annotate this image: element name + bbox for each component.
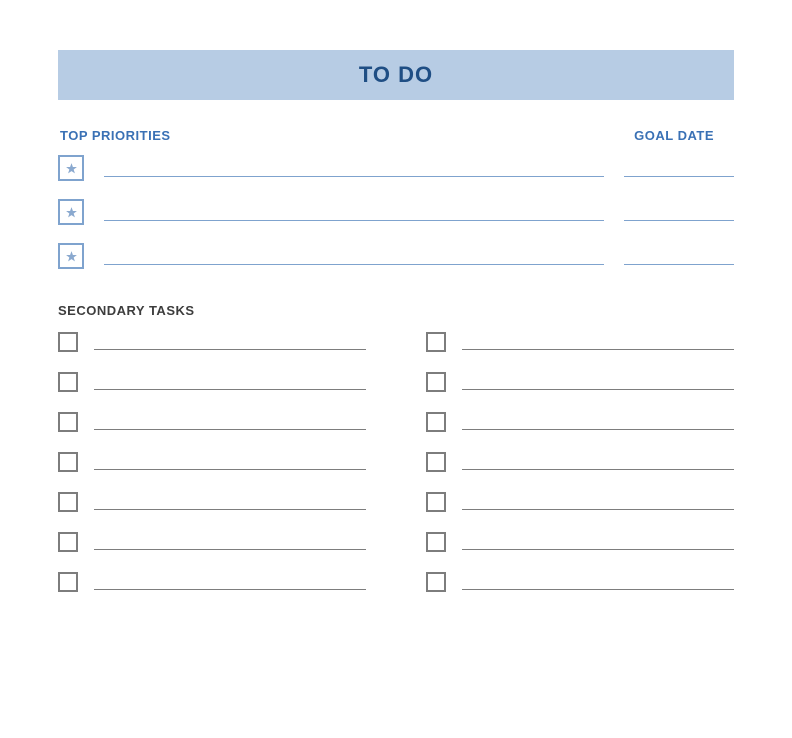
priority-input[interactable] [104,245,604,265]
checkbox[interactable] [426,332,446,352]
checkbox[interactable] [426,412,446,432]
secondary-input[interactable] [94,452,366,470]
secondary-input[interactable] [462,452,734,470]
secondary-input[interactable] [94,532,366,550]
secondary-input[interactable] [462,372,734,390]
checkbox[interactable] [58,332,78,352]
page-title: TO DO [58,50,734,100]
checkbox[interactable] [58,452,78,472]
secondary-row [426,452,734,470]
secondary-row [58,532,366,550]
secondary-row [426,372,734,390]
star-icon[interactable] [58,199,84,225]
secondary-row [426,492,734,510]
goal-date-input[interactable] [624,157,734,177]
checkbox[interactable] [58,572,78,592]
secondary-row [426,412,734,430]
checkbox[interactable] [58,372,78,392]
star-icon[interactable] [58,155,84,181]
star-icon[interactable] [58,243,84,269]
secondary-input[interactable] [462,332,734,350]
secondary-row [426,532,734,550]
priority-row [58,243,734,265]
priorities-section [58,155,734,265]
secondary-row [58,452,366,470]
secondary-input[interactable] [94,412,366,430]
goal-date-input[interactable] [624,245,734,265]
checkbox[interactable] [58,532,78,552]
secondary-input[interactable] [462,492,734,510]
secondary-row [58,372,366,390]
headers-row: TOP PRIORITIES GOAL DATE [58,128,734,143]
goal-date-input[interactable] [624,201,734,221]
checkbox[interactable] [58,492,78,512]
checkbox[interactable] [58,412,78,432]
checkbox[interactable] [426,492,446,512]
secondary-tasks-label: SECONDARY TASKS [58,303,734,318]
priority-row [58,155,734,177]
checkbox[interactable] [426,572,446,592]
secondary-row [58,412,366,430]
goal-date-label: GOAL DATE [634,128,714,143]
priority-input[interactable] [104,157,604,177]
checkbox[interactable] [426,452,446,472]
secondary-row [426,572,734,590]
secondary-row [58,332,366,350]
secondary-row [58,572,366,590]
checkbox[interactable] [426,372,446,392]
top-priorities-label: TOP PRIORITIES [60,128,171,143]
secondary-input[interactable] [94,372,366,390]
secondary-input[interactable] [462,412,734,430]
priority-input[interactable] [104,201,604,221]
secondary-tasks-section [58,332,734,590]
secondary-input[interactable] [94,572,366,590]
secondary-row [58,492,366,510]
secondary-input[interactable] [462,572,734,590]
secondary-input[interactable] [94,332,366,350]
secondary-input[interactable] [94,492,366,510]
secondary-row [426,332,734,350]
secondary-input[interactable] [462,532,734,550]
priority-row [58,199,734,221]
checkbox[interactable] [426,532,446,552]
